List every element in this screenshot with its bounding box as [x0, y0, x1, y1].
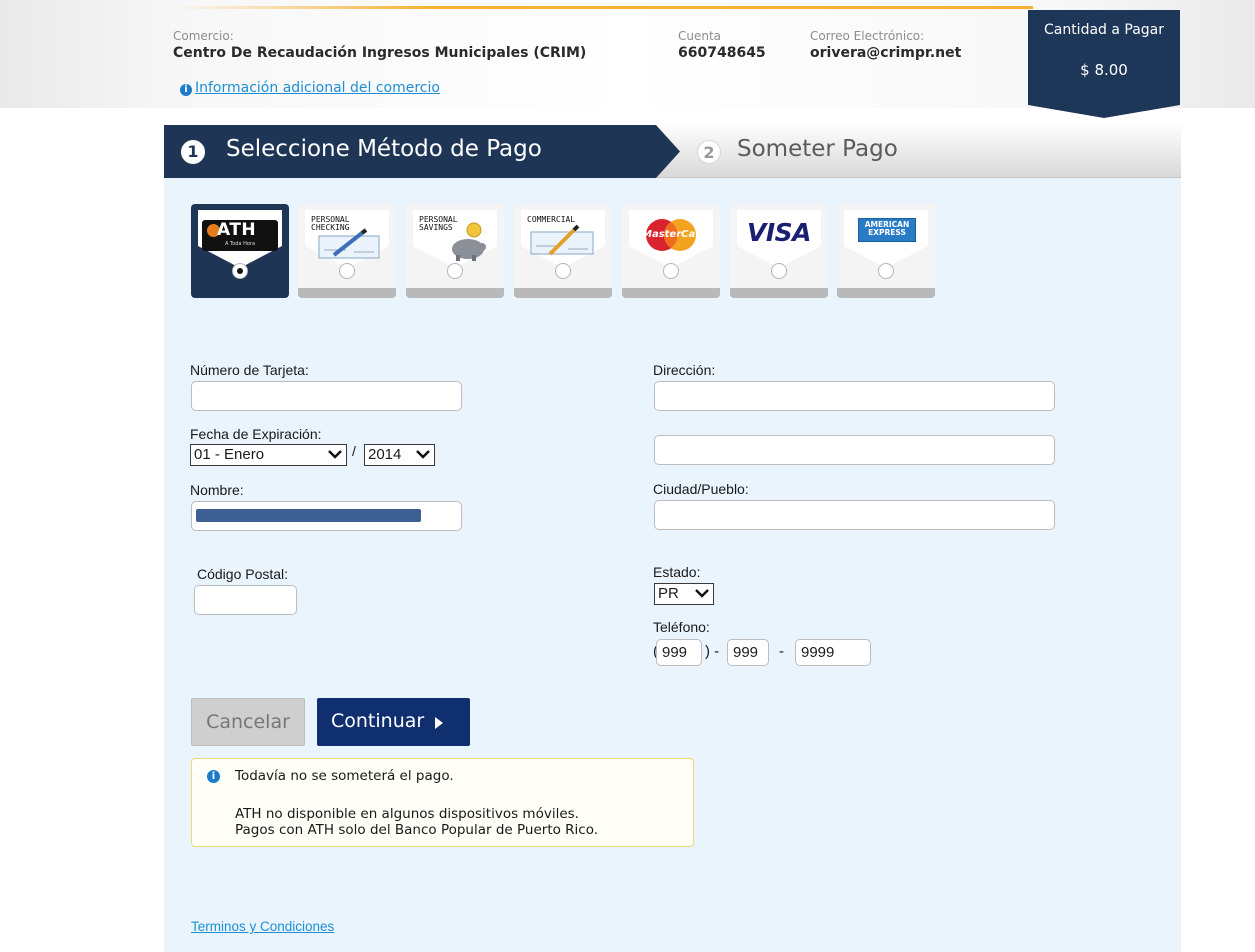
notice-line-2: ATH no disponible en algunos dispositivo…	[235, 806, 579, 822]
address-line1-input[interactable]	[654, 381, 1055, 411]
expiration-year-select[interactable]: 2014	[364, 444, 435, 466]
payment-method-personal-checking[interactable]: PERSONAL CHECKING	[298, 204, 396, 298]
continue-button-label: Continuar	[331, 710, 425, 732]
ath-logo-text: ATH	[217, 220, 257, 240]
commercial-radio[interactable]	[555, 263, 571, 279]
city-input[interactable]	[654, 500, 1055, 530]
check-icon	[318, 228, 380, 259]
merchant-field: Comercio: Centro De Recaudación Ingresos…	[173, 29, 586, 61]
personal-checking-icon: PERSONAL CHECKING	[310, 216, 382, 260]
cancel-button[interactable]: Cancelar	[191, 698, 305, 746]
expiration-separator: /	[352, 443, 356, 459]
header-accent-line	[173, 6, 1033, 9]
ath-radio[interactable]	[232, 263, 248, 279]
ath-logo-subtext: A Toda Hora	[224, 241, 256, 247]
commercial-text: COMMERCIAL	[527, 215, 576, 224]
chevron-down-icon	[328, 450, 342, 459]
mastercard-icon: MasterCard	[642, 217, 708, 253]
arrow-right-icon	[435, 717, 444, 729]
personal-savings-icon: PERSONAL SAVINGS	[418, 216, 490, 261]
merchant-email: orivera@crimpr.net	[810, 45, 962, 61]
payment-method-selector: ATH A Toda Hora PERSONAL CHECKING PERSON…	[191, 204, 951, 298]
expiration-year-value: 2014	[368, 446, 402, 463]
payment-method-commercial[interactable]: COMMERCIAL	[514, 204, 612, 298]
payment-method-personal-savings[interactable]: PERSONAL SAVINGS	[406, 204, 504, 298]
american-express-icon: AMERICAN EXPRESS	[858, 218, 916, 242]
postal-code-label: Código Postal:	[197, 566, 289, 582]
visa-radio[interactable]	[771, 263, 787, 279]
step-1-label: Seleccione Método de Pago	[226, 136, 542, 162]
phone-area-code-value: 999	[662, 644, 688, 661]
state-label: Estado:	[653, 564, 701, 580]
merchant-name: Centro De Recaudación Ingresos Municipal…	[173, 45, 587, 61]
expiration-month-value: 01 - Enero	[194, 446, 265, 463]
account-field: Cuenta 660748645	[678, 29, 766, 61]
redacted-name-bar	[196, 509, 421, 522]
method-card-frame	[191, 204, 289, 298]
mastercard-text: MasterCard	[642, 229, 708, 240]
chevron-down-icon	[695, 589, 709, 598]
ath-card-icon: ATH A Toda Hora	[202, 220, 278, 251]
amex-radio[interactable]	[878, 263, 894, 279]
card-number-input[interactable]	[191, 381, 462, 411]
state-select[interactable]: PR	[654, 583, 714, 605]
info-icon: i	[207, 770, 220, 783]
postal-code-input[interactable]	[194, 585, 297, 615]
chevron-down-icon	[416, 450, 430, 459]
city-label: Ciudad/Pueblo:	[653, 481, 749, 497]
notice-line-1: Todavía no se someterá el pago.	[235, 768, 454, 784]
account-label: Cuenta	[678, 29, 722, 43]
phone-prefix-input[interactable]: 999	[727, 639, 769, 666]
step-2-label: Someter Pago	[737, 136, 898, 162]
phone-line-value: 9999	[801, 644, 835, 661]
payment-method-amex[interactable]: AMERICAN EXPRESS	[837, 204, 935, 298]
notice-line-3: Pagos con ATH solo del Banco Popular de …	[235, 822, 599, 838]
step-1-number: 1	[181, 140, 205, 164]
payment-notice: i Todavía no se someterá el pago. ATH no…	[191, 758, 694, 847]
card-number-label: Número de Tarjeta:	[190, 362, 309, 378]
info-icon: i	[180, 84, 192, 96]
amex-text: AMERICAN EXPRESS	[864, 220, 910, 237]
mastercard-radio[interactable]	[663, 263, 679, 279]
personal-savings-radio[interactable]	[447, 263, 463, 279]
address-label: Dirección:	[653, 362, 716, 378]
merchant-label: Comercio:	[173, 29, 234, 43]
visa-text: VISA	[746, 218, 812, 247]
email-label: Correo Electrónico:	[810, 29, 925, 43]
expiration-month-select[interactable]: 01 - Enero	[190, 444, 347, 466]
phone-dash: -	[779, 643, 784, 660]
payment-method-mastercard[interactable]: MasterCard	[622, 204, 720, 298]
amount-label: Cantidad a Pagar	[1043, 22, 1165, 38]
phone-area-code-input[interactable]: 999	[656, 639, 702, 666]
phone-label: Teléfono:	[653, 619, 710, 635]
cancel-button-label: Cancelar	[206, 711, 290, 733]
merchant-info-link[interactable]: i Información adicional del comercio	[180, 80, 440, 96]
state-value: PR	[658, 585, 679, 602]
phone-close-paren: ) -	[705, 643, 720, 660]
amount-value: $ 8.00	[1080, 61, 1128, 79]
step-progress: 2 Someter Pago 1 Seleccione Método de Pa…	[164, 125, 1181, 178]
commercial-check-icon: COMMERCIAL	[526, 216, 598, 260]
continue-button[interactable]: Continuar	[317, 698, 470, 746]
check-pen-icon	[530, 224, 594, 256]
phone-prefix-value: 999	[733, 644, 759, 661]
merchant-info-link-text: Información adicional del comercio	[195, 80, 440, 96]
visa-icon: VISA	[740, 218, 818, 252]
phone-line-input[interactable]: 9999	[795, 639, 871, 666]
name-label: Nombre:	[190, 482, 244, 498]
address-line2-input[interactable]	[654, 435, 1055, 465]
piggy-bank-icon	[452, 222, 486, 261]
name-input[interactable]	[191, 501, 462, 531]
account-number: 660748645	[678, 45, 766, 61]
payment-method-ath[interactable]: ATH A Toda Hora	[191, 204, 289, 298]
personal-checking-radio[interactable]	[339, 263, 355, 279]
step-2-number: 2	[697, 140, 721, 164]
expiration-label: Fecha de Expiración:	[190, 426, 322, 442]
payment-method-visa[interactable]: VISA	[730, 204, 828, 298]
step-1-tab: 1 Seleccione Método de Pago	[164, 125, 680, 178]
amount-badge: Cantidad a Pagar $ 8.00	[1028, 10, 1180, 118]
terms-link[interactable]: Terminos y Condiciones	[191, 919, 334, 934]
email-field: Correo Electrónico: orivera@crimpr.net	[810, 29, 961, 61]
